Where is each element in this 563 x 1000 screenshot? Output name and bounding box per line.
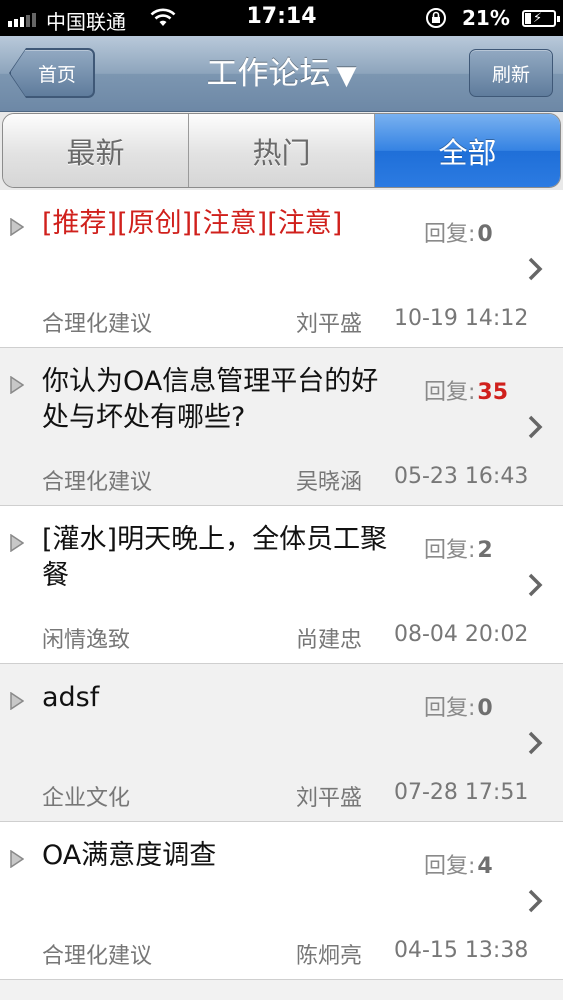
reply-count: 回复:0 xyxy=(424,216,493,248)
post-title: [灌水]明天晚上，全体员工聚餐 xyxy=(42,524,388,591)
tab-all[interactable]: 全部 xyxy=(375,114,560,187)
post-title: OA满意度调查 xyxy=(42,840,217,871)
reply-count: 回复:4 xyxy=(424,848,493,880)
navigation-bar: 首页 工作论坛 ▼ 刷新 xyxy=(0,36,563,112)
expand-triangle-icon xyxy=(10,218,24,236)
post-list: [推荐][原创][注意][注意] 回复:0 合理化建议 刘平盛 10-19 14… xyxy=(0,190,563,980)
post-row[interactable]: OA满意度调查 回复:4 合理化建议 陈炯亮 04-15 13:38 xyxy=(0,822,563,980)
reply-label: 回复: xyxy=(424,380,476,405)
filter-tabs-container: 最新 热门 全部 xyxy=(0,112,563,190)
expand-triangle-icon xyxy=(10,850,24,868)
post-category: 合理化建议 xyxy=(42,470,153,495)
post-title: 你认为OA信息管理平台的好处与坏处有哪些? xyxy=(42,366,379,433)
post-time: 07-28 17:51 xyxy=(394,780,529,805)
chevron-right-icon xyxy=(528,257,543,281)
reply-number: 0 xyxy=(477,696,493,721)
battery-icon: ⚡ xyxy=(522,10,560,27)
post-title: adsf xyxy=(42,682,100,713)
reply-count: 回复:2 xyxy=(424,532,493,564)
post-author: 刘平盛 xyxy=(296,786,363,811)
tab-latest[interactable]: 最新 xyxy=(3,114,189,187)
rotation-lock-icon xyxy=(426,8,446,28)
post-category: 合理化建议 xyxy=(42,944,153,969)
reply-number: 0 xyxy=(477,222,493,247)
chevron-right-icon xyxy=(528,573,543,597)
expand-triangle-icon xyxy=(10,692,24,710)
post-title: [推荐][原创][注意][注意] xyxy=(42,208,343,239)
post-time: 10-19 14:12 xyxy=(394,306,529,331)
segmented-control: 最新 热门 全部 xyxy=(2,113,561,188)
reply-number: 4 xyxy=(477,854,493,879)
post-row[interactable]: [推荐][原创][注意][注意] 回复:0 合理化建议 刘平盛 10-19 14… xyxy=(0,190,563,348)
chevron-right-icon xyxy=(528,731,543,755)
post-row[interactable]: [灌水]明天晚上，全体员工聚餐 回复:2 闲情逸致 尚建忠 08-04 20:0… xyxy=(0,506,563,664)
refresh-button[interactable]: 刷新 xyxy=(469,49,553,97)
post-author: 吴晓涵 xyxy=(296,470,363,495)
battery-percent: 21% xyxy=(462,6,510,30)
reply-label: 回复: xyxy=(424,854,476,879)
dropdown-caret-icon: ▼ xyxy=(336,61,357,91)
chevron-right-icon xyxy=(528,415,543,439)
post-category: 闲情逸致 xyxy=(42,628,131,653)
status-bar: 中国联通 17:14 21% ⚡ xyxy=(0,0,563,36)
post-row[interactable]: 你认为OA信息管理平台的好处与坏处有哪些? 回复:35 合理化建议 吴晓涵 05… xyxy=(0,348,563,506)
post-category: 企业文化 xyxy=(42,786,131,811)
post-author: 尚建忠 xyxy=(296,628,363,653)
post-time: 05-23 16:43 xyxy=(394,464,529,489)
chevron-right-icon xyxy=(528,889,543,913)
post-time: 04-15 13:38 xyxy=(394,938,529,963)
post-author: 刘平盛 xyxy=(296,312,363,337)
post-row[interactable]: adsf 回复:0 企业文化 刘平盛 07-28 17:51 xyxy=(0,664,563,822)
post-category: 合理化建议 xyxy=(42,312,153,337)
expand-triangle-icon xyxy=(10,376,24,394)
reply-number: 35 xyxy=(477,380,509,405)
reply-label: 回复: xyxy=(424,222,476,247)
reply-number: 2 xyxy=(477,538,493,563)
expand-triangle-icon xyxy=(10,534,24,552)
reply-count: 回复:0 xyxy=(424,690,493,722)
post-author: 陈炯亮 xyxy=(296,944,363,969)
reply-count: 回复:35 xyxy=(424,374,508,406)
tab-popular[interactable]: 热门 xyxy=(189,114,375,187)
post-time: 08-04 20:02 xyxy=(394,622,529,647)
reply-label: 回复: xyxy=(424,696,476,721)
reply-label: 回复: xyxy=(424,538,476,563)
page-title-text: 工作论坛 xyxy=(206,56,331,92)
